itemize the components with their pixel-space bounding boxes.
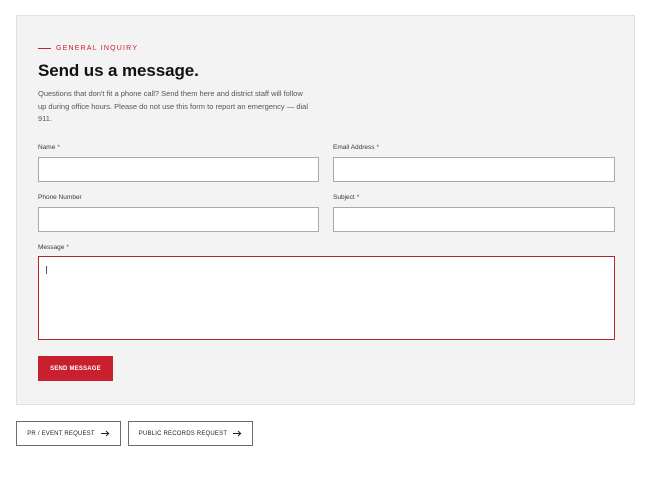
message-textarea[interactable] [38,256,615,340]
eyebrow-rule [38,48,51,49]
arrow-right-icon [233,430,242,437]
subject-field[interactable] [333,207,615,232]
phone-label-text: Phone Number [38,194,82,201]
public-records-request-label: PUBLIC RECORDS REQUEST [138,430,228,437]
required-marker: * [57,144,60,151]
name-field[interactable] [38,157,319,182]
phone-label: Phone Number [38,194,82,201]
pr-event-request-label: PR / EVENT REQUEST [27,430,95,437]
text-cursor [46,266,47,274]
inquiry-form-panel: GENERAL INQUIRY Send us a message. Quest… [16,15,635,405]
form-intro: Questions that don't fit a phone call? S… [38,89,309,123]
send-message-button[interactable]: SEND MESSAGE [38,356,113,381]
phone-field[interactable] [38,207,319,232]
eyebrow-label: GENERAL INQUIRY [56,45,139,52]
email-label-text: Email Address [333,144,375,151]
subject-label-text: Subject [333,194,355,201]
name-label-text: Name [38,144,56,151]
pr-event-request-button[interactable]: PR / EVENT REQUEST [16,421,121,446]
subject-label: Subject * [333,194,359,201]
message-label-text: Message [38,244,65,251]
arrow-right-icon [100,430,110,437]
public-records-request-button[interactable]: PUBLIC RECORDS REQUEST [128,421,253,446]
message-label: Message * [38,244,69,251]
required-marker: * [376,144,380,151]
section-eyebrow: GENERAL INQUIRY [38,45,138,52]
name-label: Name * [38,144,60,151]
email-label: Email Address * [333,144,379,151]
form-title: Send us a message. [38,61,199,80]
required-marker: * [356,194,360,201]
required-marker: * [66,244,69,251]
email-field[interactable] [333,157,615,182]
